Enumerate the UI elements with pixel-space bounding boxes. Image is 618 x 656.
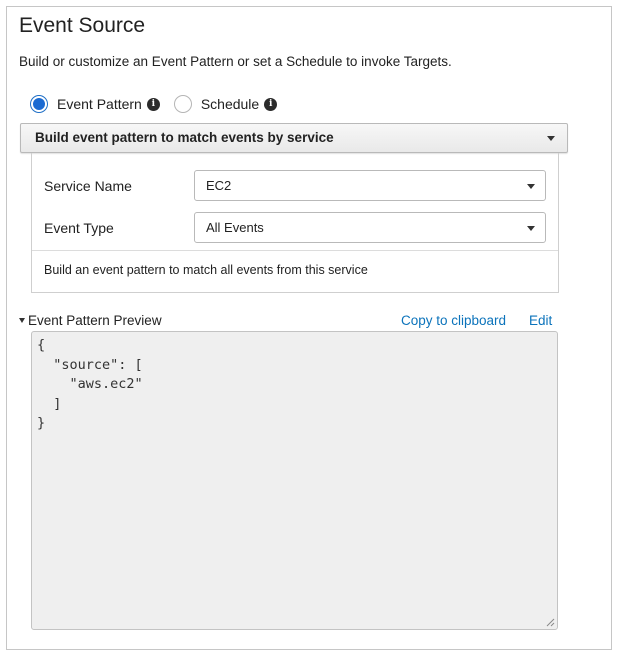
triangle-down-icon [19,318,25,323]
copy-to-clipboard-link[interactable]: Copy to clipboard [401,313,506,328]
event-pattern-code: { "source": [ "aws.ec2" ] } [37,337,143,431]
edit-link[interactable]: Edit [529,313,552,328]
event-source-panel: Event Source Build or customize an Event… [6,6,612,650]
pattern-mode-label: Build event pattern to match events by s… [35,130,334,145]
chevron-down-icon [527,226,535,231]
chevron-down-icon [527,184,535,189]
service-name-label: Service Name [44,177,132,194]
radio-schedule[interactable]: Schedule i [173,95,278,113]
event-type-select[interactable]: All Events [194,212,546,243]
radio-button-schedule[interactable] [173,95,192,113]
preview-toggle-label: Event Pattern Preview [28,313,162,328]
radio-button-event-pattern[interactable] [30,95,48,113]
info-icon[interactable]: i [146,97,160,111]
chevron-down-icon [547,136,555,141]
radio-label-schedule[interactable]: Schedule [201,96,259,112]
pattern-note: Build an event pattern to match all even… [44,263,368,277]
resize-handle-icon[interactable] [546,618,555,627]
pattern-mode-dropdown[interactable]: Build event pattern to match events by s… [20,123,568,153]
event-pattern-preview-toggle[interactable]: Event Pattern Preview [19,313,162,328]
event-type-value: All Events [206,220,264,235]
event-type-row: Event Type All Events [44,212,546,243]
panel-title: Event Source [19,14,146,37]
service-config-panel: Service Name EC2 Event Type All Events B… [31,153,559,293]
service-name-value: EC2 [206,178,232,193]
radio-event-pattern[interactable]: Event Pattern i [30,95,160,113]
divider [32,250,558,251]
event-type-label: Event Type [44,219,114,236]
event-pattern-code-area[interactable]: { "source": [ "aws.ec2" ] } [31,331,558,630]
panel-description: Build or customize an Event Pattern or s… [19,54,452,69]
radio-label-event-pattern[interactable]: Event Pattern [57,96,142,112]
service-name-select[interactable]: EC2 [194,170,546,201]
service-name-row: Service Name EC2 [44,170,546,201]
info-icon[interactable]: i [264,97,278,111]
source-type-radio-group: Event Pattern i Schedule i [30,95,278,113]
